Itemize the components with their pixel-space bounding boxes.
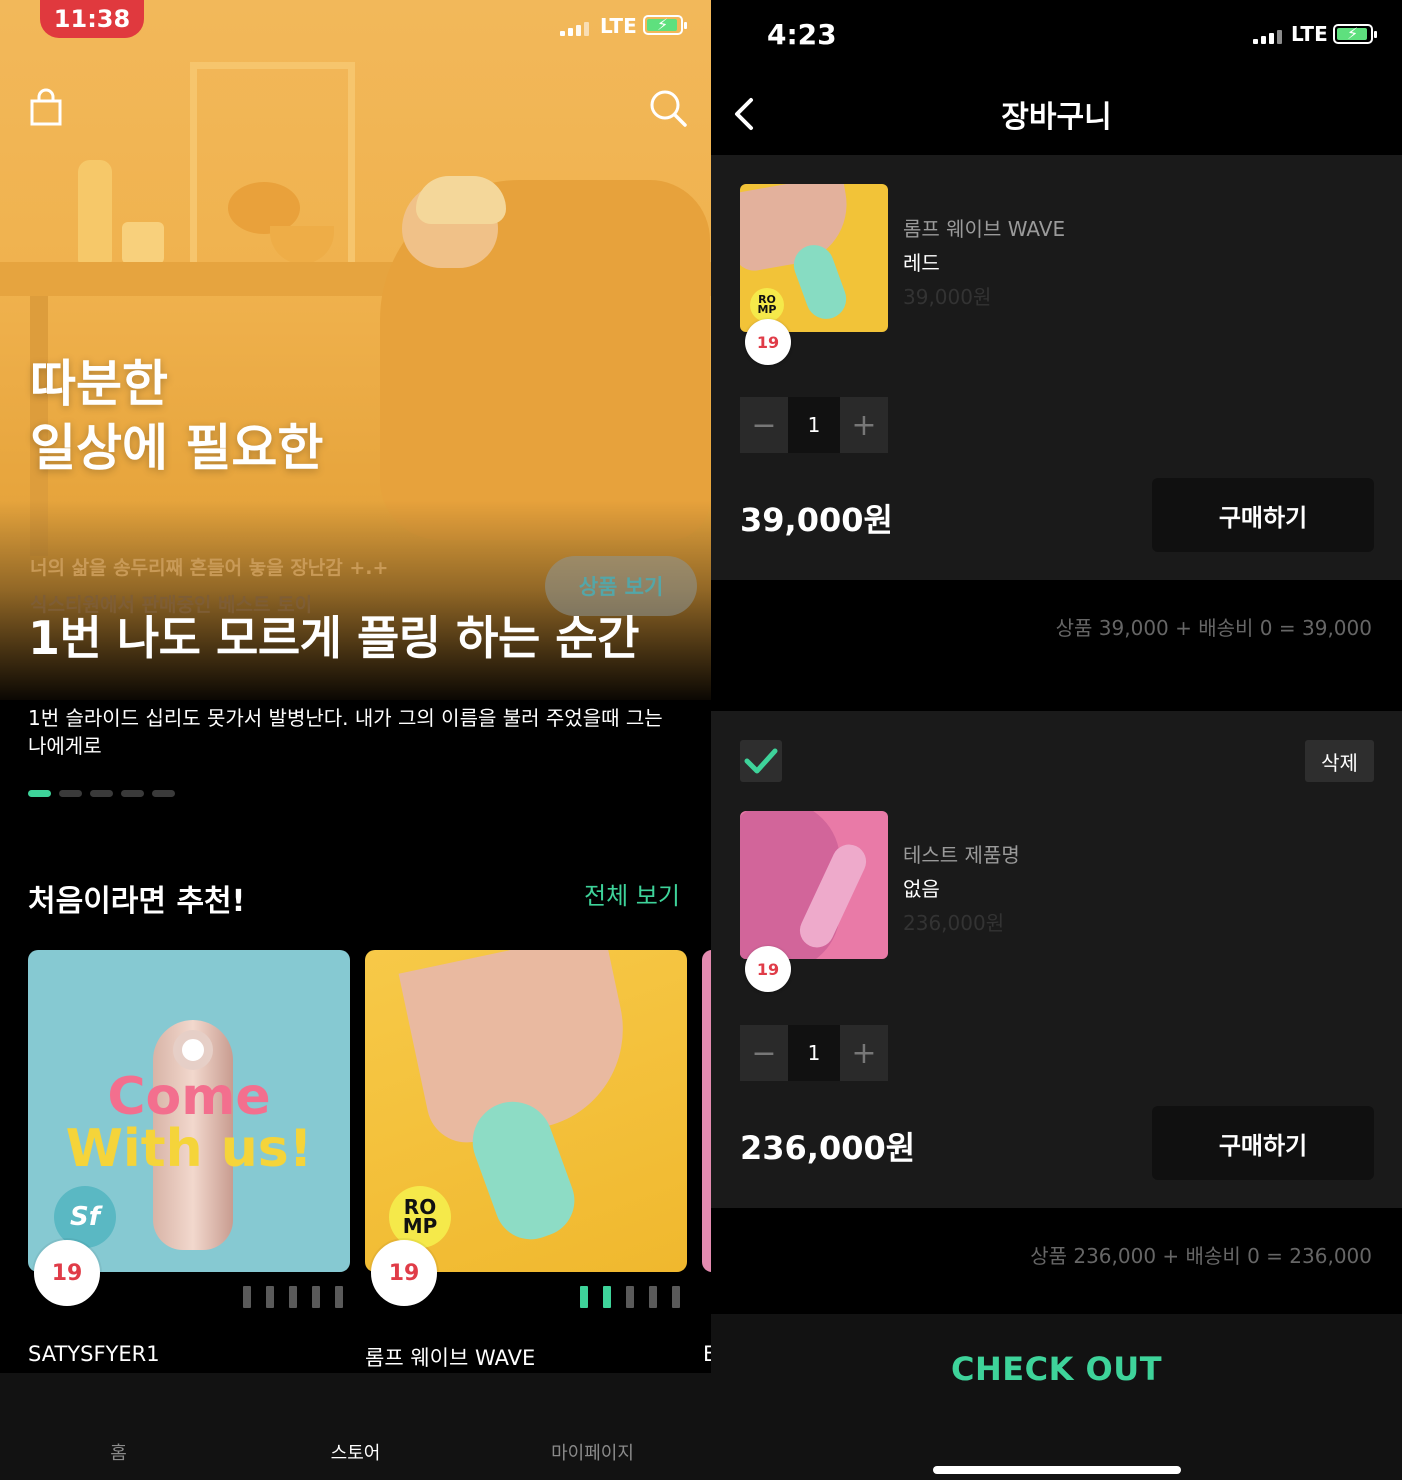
product-thumbnail[interactable] <box>740 811 888 959</box>
cart-item: RO MP 19 롬프 웨이브 WAVE 레드 39,000원 − 1 + 39… <box>711 155 1402 580</box>
price-summary: 상품 39,000 + 배송비 0 = 39,000 <box>711 580 1402 711</box>
age-restriction-badge: 19 <box>34 1240 100 1306</box>
increase-quantity-button[interactable]: + <box>840 397 888 453</box>
hero-title: 따분한 일상에 필요한 <box>30 352 323 480</box>
checkout-button[interactable]: CHECK OUT <box>711 1350 1402 1388</box>
bottom-tab-bar: 홈 스토어 마이페이지 <box>0 1373 711 1480</box>
hero-image-hair <box>416 176 506 224</box>
tab-mypage[interactable]: 마이페이지 <box>474 1373 711 1480</box>
image-indicator <box>243 1286 343 1308</box>
age-restriction-badge: 19 <box>371 1240 437 1306</box>
status-bar: 4:23 LTE ⚡ <box>711 0 1402 52</box>
item-total-price: 236,000원 <box>740 1129 916 1167</box>
slide-title: 1번 나도 모르게 플링 하는 순간 <box>28 611 639 665</box>
product-card-image[interactable]: Come With us! Sf <box>28 950 350 1272</box>
buy-button[interactable]: 구매하기 <box>1152 1106 1374 1180</box>
cart-item: 삭제 19 테스트 제품명 없음 236,000원 − 1 + 236,000원… <box>711 711 1402 1208</box>
cart-screen: 4:23 LTE ⚡ 장바구니 RO MP 19 롬프 웨이브 WAVE 레드 … <box>711 0 1402 1480</box>
quantity-stepper: − 1 + <box>740 397 888 453</box>
section-title: 처음이라면 추천! <box>28 884 246 919</box>
slide-dot[interactable] <box>121 790 144 797</box>
product-unit-price: 39,000원 <box>903 285 992 309</box>
home-indicator <box>933 1466 1181 1474</box>
page-title: 장바구니 <box>1001 100 1112 135</box>
hero-title-line2: 일상에 필요한 <box>30 419 324 477</box>
signal-icon <box>1253 30 1282 44</box>
quantity-value: 1 <box>788 1025 840 1081</box>
slide-dot[interactable] <box>152 790 175 797</box>
product-option: 없음 <box>903 877 940 901</box>
quantity-value: 1 <box>788 397 840 453</box>
delete-button[interactable]: 삭제 <box>1305 740 1374 782</box>
slide-dot[interactable] <box>90 790 113 797</box>
slide-dot[interactable] <box>28 790 51 797</box>
search-icon[interactable] <box>646 86 690 130</box>
age-restriction-badge: 19 <box>745 946 791 992</box>
brand-logo-badge: Sf <box>54 1186 116 1248</box>
price-summary: 상품 236,000 + 배송비 0 = 236,000 <box>711 1208 1402 1314</box>
slide-dot[interactable] <box>59 790 82 797</box>
view-all-link[interactable]: 전체 보기 <box>584 876 680 911</box>
select-checkbox[interactable] <box>740 740 782 782</box>
status-time: 4:23 <box>767 18 837 51</box>
slide-indicator[interactable] <box>28 790 175 797</box>
brand-logo-badge: RO MP <box>750 288 784 322</box>
image-indicator <box>580 1286 680 1308</box>
product-name[interactable]: E <box>703 1342 711 1366</box>
product-thumbnail[interactable]: RO MP <box>740 184 888 332</box>
hero-subtitle: 너의 삶을 송두리째 흔들어 놓을 장난감 +.+ <box>30 557 389 579</box>
checkmark-icon <box>744 748 778 774</box>
hero-title-line1: 따분한 <box>30 355 168 413</box>
store-screen: 따분한 일상에 필요한 너의 삶을 송두리째 흔들어 놓을 장난감 +.+ 식스… <box>0 0 711 1480</box>
product-name[interactable]: SATYSFYER1 <box>28 1342 160 1366</box>
tab-store[interactable]: 스토어 <box>237 1373 474 1480</box>
decrease-quantity-button[interactable]: − <box>740 397 788 453</box>
product-unit-price: 236,000원 <box>903 911 1005 935</box>
product-name: 테스트 제품명 <box>903 843 1020 867</box>
status-bar: 11:38 LTE ⚡ <box>0 0 711 52</box>
product-overlay-text: Come <box>107 1067 271 1127</box>
quantity-stepper: − 1 + <box>740 1025 888 1081</box>
increase-quantity-button[interactable]: + <box>840 1025 888 1081</box>
product-card-image[interactable]: RO MP <box>365 950 687 1272</box>
signal-icon <box>560 22 589 36</box>
battery-icon: ⚡ <box>643 15 687 35</box>
battery-icon: ⚡ <box>1333 24 1377 44</box>
tab-home[interactable]: 홈 <box>0 1373 237 1480</box>
slide-description: 1번 슬라이드 십리도 못가서 발병난다. 내가 그의 이름을 불러 주었을때 … <box>28 706 663 758</box>
item-total-price: 39,000원 <box>740 501 893 539</box>
product-card-image[interactable] <box>702 950 711 1272</box>
hero-image-jar <box>122 222 164 264</box>
decrease-quantity-button[interactable]: − <box>740 1025 788 1081</box>
product-image-toy-head <box>173 1030 213 1070</box>
network-label: LTE <box>600 14 637 38</box>
shopping-bag-icon[interactable] <box>26 86 66 128</box>
buy-button[interactable]: 구매하기 <box>1152 478 1374 552</box>
age-restriction-badge: 19 <box>745 319 791 365</box>
cart-header: 장바구니 <box>711 70 1402 154</box>
hero-image-bottle <box>78 160 112 264</box>
hero-banner[interactable]: 따분한 일상에 필요한 너의 삶을 송두리째 흔들어 놓을 장난감 +.+ 식스… <box>0 0 711 700</box>
product-option: 레드 <box>903 251 940 275</box>
brand-logo-badge: RO MP <box>389 1186 451 1248</box>
product-name[interactable]: 롬프 웨이브 WAVE <box>365 1342 535 1372</box>
product-overlay-text: With us! <box>65 1119 313 1179</box>
checkout-bar: CHECK OUT <box>711 1314 1402 1480</box>
product-image-toy <box>788 239 852 325</box>
status-time: 11:38 <box>40 0 144 38</box>
network-label: LTE <box>1291 22 1328 46</box>
product-name: 롬프 웨이브 WAVE <box>903 217 1066 241</box>
